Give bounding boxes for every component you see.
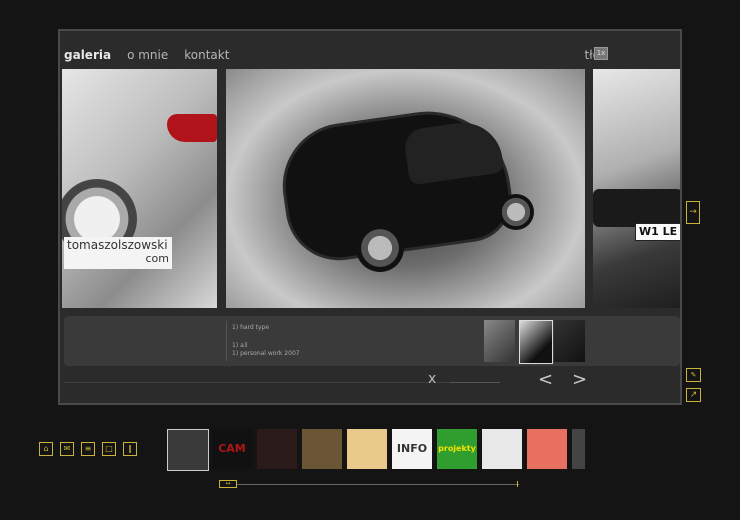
info-model: 1) a3 [232, 342, 248, 349]
mini-thumb[interactable] [554, 320, 585, 362]
projekty-thumb[interactable]: projekty [437, 429, 477, 469]
tail-light [167, 114, 217, 142]
brand-tld: com [145, 252, 170, 265]
cam-thumb[interactable]: CAM [212, 429, 252, 469]
brand-logo: tomaszolszowski com [64, 237, 172, 269]
people-thumb[interactable] [482, 429, 522, 469]
car-grille [593, 189, 680, 227]
icon-thumb[interactable] [347, 429, 387, 469]
progress-fill [450, 382, 500, 383]
next-button[interactable]: > [572, 369, 587, 390]
brand-name: tomaszolszowski [67, 238, 168, 252]
info-description: 1) personal work 2007 [232, 350, 300, 357]
scroll-end [517, 481, 518, 487]
emblem-thumb[interactable] [257, 429, 297, 469]
previous-button[interactable]: < [538, 369, 553, 390]
arrow-right-icon[interactable]: → [686, 201, 700, 224]
bottle-thumb[interactable] [302, 429, 342, 469]
main-nav: galeria o mnie kontakt [64, 48, 229, 62]
mail-icon[interactable]: ✉ [60, 442, 74, 456]
photo-info-panel: 1) hard type 1) a3 1) personal work 2007 [64, 316, 680, 366]
mini-thumb[interactable] [484, 320, 515, 362]
gallery-frame: galeria o mnie kontakt tło 1x tomaszolsz… [58, 29, 682, 405]
info-thumb[interactable]: INFO [392, 429, 432, 469]
photo-previous[interactable]: tomaszolszowski com [62, 69, 217, 308]
photo-next[interactable]: W1 LE [593, 69, 680, 308]
list-icon[interactable]: ≡ [81, 442, 95, 456]
scroll-track [221, 484, 519, 485]
car-thumb[interactable] [167, 429, 209, 471]
info-title: 1) hard type [232, 324, 270, 331]
background-swatch[interactable]: 1x [594, 47, 608, 60]
edge-thumb[interactable] [572, 429, 585, 469]
info-divider [226, 321, 227, 361]
pause-icon[interactable]: ‖ [123, 442, 137, 456]
photo-main[interactable] [226, 69, 585, 308]
red-thumb[interactable] [527, 429, 567, 469]
mini-thumb-active[interactable] [519, 320, 553, 364]
car-rear-wheel [498, 194, 534, 230]
nav-galeria[interactable]: galeria [64, 48, 111, 62]
nav-kontakt[interactable]: kontakt [184, 48, 229, 62]
car-front-wheel [356, 224, 404, 272]
scroll-handle[interactable]: ↔ [219, 480, 237, 488]
close-button[interactable]: x [428, 371, 436, 387]
share-icon[interactable]: ✎ [686, 368, 701, 382]
progress-track [64, 382, 488, 383]
external-link-icon[interactable]: ↗ [686, 388, 701, 402]
nav-o-mnie[interactable]: o mnie [127, 48, 168, 62]
license-plate: W1 LE [635, 223, 680, 241]
home-icon[interactable]: ⌂ [39, 442, 53, 456]
fullscreen-icon[interactable]: □ [102, 442, 116, 456]
thumbnail-strip: CAM INFO projekty [167, 429, 585, 471]
